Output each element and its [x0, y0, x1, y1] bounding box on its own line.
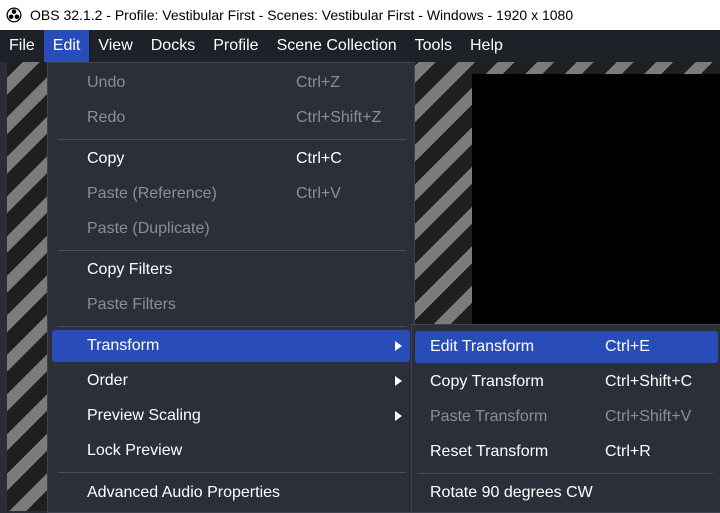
menu-item-shortcut: Ctrl+C [296, 150, 342, 167]
menu-item-copy-transform[interactable]: Copy Transform Ctrl+Shift+C [415, 366, 718, 398]
menu-item-label: Reset Transform [430, 443, 549, 460]
menu-item-label: Advanced Audio Properties [87, 484, 281, 501]
menu-item-label: Transform [87, 337, 160, 354]
menu-item-shortcut: Ctrl+Z [296, 74, 340, 91]
obs-logo-icon [6, 7, 22, 23]
menu-item-copy[interactable]: Copy Ctrl+C [52, 143, 410, 175]
menu-scene-collection[interactable]: Scene Collection [268, 30, 406, 62]
menu-item-transform[interactable]: Transform [52, 330, 410, 362]
menu-item-order[interactable]: Order [52, 365, 410, 397]
menu-separator [418, 473, 713, 474]
menu-item-paste-duplicate[interactable]: Paste (Duplicate) [52, 213, 410, 245]
chevron-right-icon [395, 411, 402, 421]
menu-separator [58, 326, 406, 327]
preview-border [0, 62, 7, 511]
menu-bar: File Edit View Docks Profile Scene Colle… [0, 30, 720, 62]
menu-item-advanced-audio-properties[interactable]: Advanced Audio Properties [52, 477, 410, 509]
menu-view[interactable]: View [89, 30, 141, 62]
menu-item-lock-preview[interactable]: Lock Preview [52, 435, 410, 467]
menu-file[interactable]: File [0, 30, 44, 62]
chevron-right-icon [395, 376, 402, 386]
transform-submenu: Edit Transform Ctrl+E Copy Transform Ctr… [411, 324, 720, 513]
menu-item-label: Lock Preview [87, 442, 183, 459]
menu-help[interactable]: Help [461, 30, 512, 62]
menu-item-label: Copy [87, 150, 125, 167]
menu-item-label: Order [87, 372, 128, 389]
menu-item-paste-reference[interactable]: Paste (Reference) Ctrl+V [52, 178, 410, 210]
menu-item-undo[interactable]: Undo Ctrl+Z [52, 67, 410, 99]
menu-item-label: Undo [87, 74, 126, 91]
menu-item-label: Preview Scaling [87, 407, 201, 424]
menu-item-paste-transform[interactable]: Paste Transform Ctrl+Shift+V [415, 401, 718, 433]
menu-item-paste-filters[interactable]: Paste Filters [52, 289, 410, 321]
menu-item-label: Paste (Duplicate) [87, 220, 210, 237]
preview-canvas[interactable] [472, 74, 720, 336]
menu-item-label: Redo [87, 109, 126, 126]
menu-separator [58, 139, 406, 140]
menu-item-shortcut: Ctrl+Shift+V [605, 408, 692, 425]
menu-profile[interactable]: Profile [204, 30, 267, 62]
menu-separator [58, 250, 406, 251]
menu-item-label: Copy Filters [87, 261, 173, 278]
edit-menu: Undo Ctrl+Z Redo Ctrl+Shift+Z Copy Ctrl+… [47, 62, 415, 513]
menu-item-shortcut: Ctrl+V [296, 185, 341, 202]
menu-item-label: Paste Transform [430, 408, 548, 425]
menu-item-label: Paste (Reference) [87, 185, 217, 202]
menu-item-shortcut: Ctrl+Shift+Z [296, 109, 382, 126]
menu-item-shortcut: Ctrl+Shift+C [605, 373, 693, 390]
menu-item-label: Rotate 90 degrees CW [430, 484, 593, 501]
menu-edit[interactable]: Edit [43, 30, 90, 62]
menu-docks[interactable]: Docks [142, 30, 204, 62]
window-title: OBS 32.1.2 - Profile: Vestibular First -… [30, 7, 574, 23]
chevron-right-icon [395, 341, 402, 351]
menu-item-label: Copy Transform [430, 373, 544, 390]
menu-item-shortcut: Ctrl+E [605, 338, 650, 355]
menu-item-edit-transform[interactable]: Edit Transform Ctrl+E [415, 331, 718, 363]
menu-item-reset-transform[interactable]: Reset Transform Ctrl+R [415, 436, 718, 468]
menu-separator [58, 472, 406, 473]
menu-item-label: Paste Filters [87, 296, 176, 313]
menu-item-copy-filters[interactable]: Copy Filters [52, 254, 410, 286]
title-bar: OBS 32.1.2 - Profile: Vestibular First -… [0, 0, 720, 30]
menu-tools[interactable]: Tools [406, 30, 461, 62]
menu-item-label: Edit Transform [430, 338, 535, 355]
menu-item-preview-scaling[interactable]: Preview Scaling [52, 400, 410, 432]
menu-item-shortcut: Ctrl+R [605, 443, 651, 460]
menu-item-redo[interactable]: Redo Ctrl+Shift+Z [52, 102, 410, 134]
menu-item-rotate-90-cw[interactable]: Rotate 90 degrees CW [415, 477, 718, 509]
